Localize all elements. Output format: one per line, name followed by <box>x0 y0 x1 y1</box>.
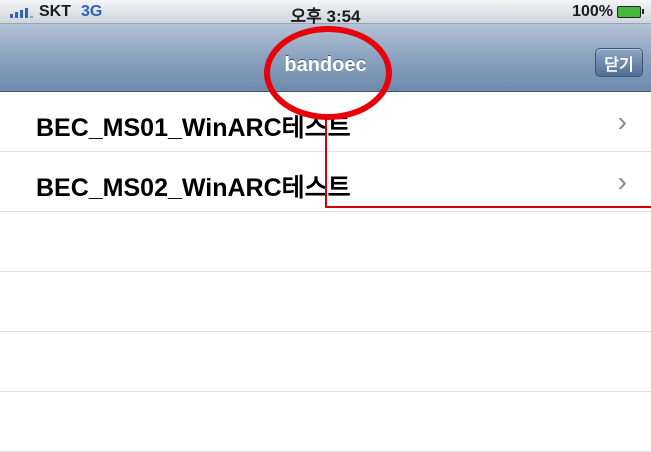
list-item-label: BEC_MS02_WinARC테스트 <box>36 174 351 202</box>
empty-row <box>0 212 651 272</box>
battery-percent: 100% <box>572 3 613 20</box>
battery-icon <box>617 6 644 18</box>
annotation-line-vertical <box>325 116 327 208</box>
status-bar: SKT 3G 오후 3:54 100% <box>0 0 651 26</box>
annotation-circle <box>264 26 392 120</box>
chevron-right-icon: › <box>617 166 627 197</box>
battery-info: 100% <box>572 3 644 21</box>
empty-row <box>0 392 651 452</box>
close-button[interactable]: 닫기 <box>595 48 643 77</box>
empty-row <box>0 332 651 392</box>
annotation-line-horizontal <box>325 206 651 208</box>
empty-row <box>0 272 651 332</box>
chevron-right-icon: › <box>617 106 627 137</box>
